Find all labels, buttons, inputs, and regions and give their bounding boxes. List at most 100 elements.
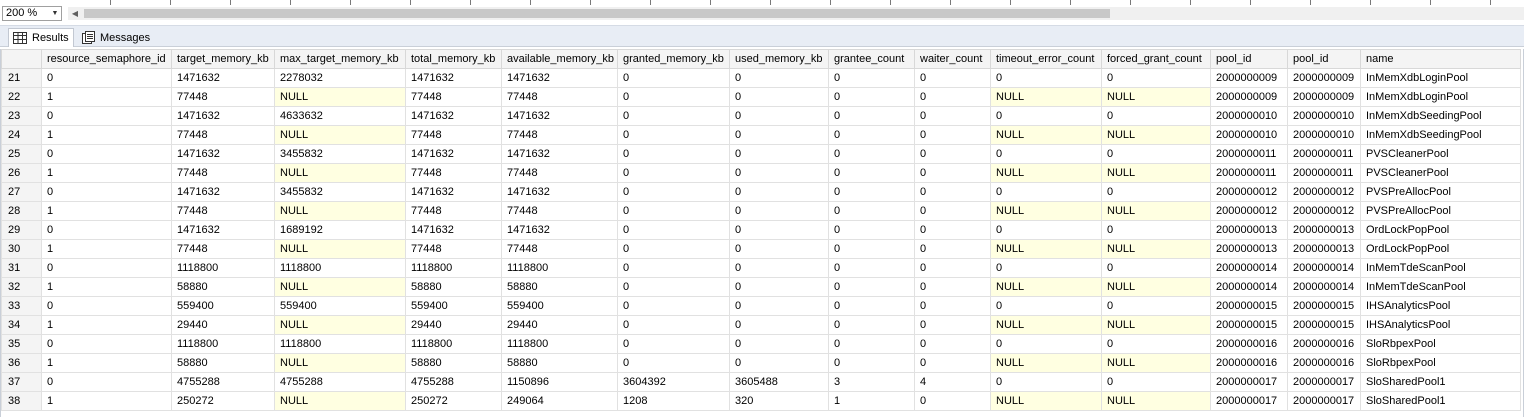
table-cell[interactable]: NULL (274, 125, 406, 145)
table-cell[interactable]: 0 (990, 372, 1102, 392)
table-row[interactable]: 33 0 559400 559400 559400 559400 0 0 0 0 0 0 2000000… (1, 296, 1521, 316)
table-cell[interactable]: 77448 (171, 201, 275, 221)
table-cell[interactable]: 1150896 (501, 372, 618, 392)
table-cell[interactable]: 2000000009 (1287, 87, 1361, 107)
table-cell[interactable]: 0 (729, 315, 829, 335)
table-cell[interactable]: 250272 (171, 391, 275, 411)
table-cell[interactable]: 0 (914, 201, 991, 221)
table-cell[interactable]: 0 (41, 258, 172, 278)
table-cell[interactable]: 2000000014 (1210, 258, 1288, 278)
table-cell[interactable]: 320 (729, 391, 829, 411)
row-number[interactable]: 21 (1, 68, 42, 88)
table-cell[interactable]: 1471632 (405, 68, 502, 88)
table-cell[interactable]: 77448 (501, 87, 618, 107)
table-cell[interactable]: 0 (41, 220, 172, 240)
table-cell[interactable]: 2000000015 (1287, 296, 1361, 316)
table-cell[interactable]: 1471632 (171, 144, 275, 164)
table-cell[interactable]: 2000000009 (1287, 68, 1361, 88)
table-cell[interactable]: 0 (617, 182, 730, 202)
table-cell[interactable]: 0 (729, 144, 829, 164)
table-cell[interactable]: 1471632 (501, 106, 618, 126)
table-cell[interactable]: 0 (1101, 144, 1211, 164)
table-cell[interactable]: NULL (1101, 277, 1211, 297)
table-cell[interactable]: 1118800 (501, 258, 618, 278)
table-cell[interactable]: 0 (914, 353, 991, 373)
table-cell[interactable]: NULL (274, 163, 406, 183)
table-cell[interactable]: 0 (617, 334, 730, 354)
table-cell[interactable]: 0 (990, 334, 1102, 354)
table-row[interactable]: 29 0 1471632 1689192 1471632 1471632 0 0 0 0 0 0 200… (1, 220, 1521, 240)
table-cell[interactable]: 3455832 (274, 144, 406, 164)
chevron-down-icon[interactable]: ▼ (49, 7, 61, 20)
table-cell[interactable]: 29440 (171, 315, 275, 335)
table-cell[interactable]: 1 (828, 391, 915, 411)
table-cell[interactable]: 0 (914, 258, 991, 278)
table-cell[interactable]: 58880 (405, 353, 502, 373)
table-cell[interactable]: 3 (828, 372, 915, 392)
table-cell[interactable]: 2000000014 (1210, 277, 1288, 297)
table-cell[interactable]: 0 (914, 315, 991, 335)
table-cell[interactable]: 2000000013 (1287, 239, 1361, 259)
table-cell[interactable]: 0 (828, 334, 915, 354)
table-cell[interactable]: 1471632 (171, 182, 275, 202)
table-cell[interactable]: 0 (914, 239, 991, 259)
table-cell[interactable]: 0 (729, 220, 829, 240)
table-cell[interactable]: 0 (729, 334, 829, 354)
table-cell[interactable]: 0 (914, 391, 991, 411)
column-header[interactable]: granted_memory_kb (617, 49, 730, 69)
table-cell[interactable]: NULL (990, 163, 1102, 183)
table-cell[interactable]: 0 (828, 277, 915, 297)
table-cell[interactable]: 0 (990, 144, 1102, 164)
table-cell[interactable]: 77448 (501, 239, 618, 259)
table-cell[interactable]: 0 (828, 87, 915, 107)
table-cell[interactable]: 2000000011 (1210, 144, 1288, 164)
table-cell[interactable]: NULL (990, 353, 1102, 373)
table-cell[interactable]: 1 (41, 201, 172, 221)
table-cell[interactable]: 29440 (501, 315, 618, 335)
table-cell[interactable]: 2000000016 (1210, 334, 1288, 354)
table-cell[interactable]: 0 (617, 239, 730, 259)
table-cell[interactable]: NULL (274, 87, 406, 107)
table-cell[interactable]: 4 (914, 372, 991, 392)
table-cell[interactable]: 249064 (501, 391, 618, 411)
table-cell[interactable]: 0 (1101, 68, 1211, 88)
row-number[interactable]: 32 (1, 277, 42, 297)
table-cell[interactable]: 0 (41, 296, 172, 316)
row-number[interactable]: 29 (1, 220, 42, 240)
column-header[interactable]: max_target_memory_kb (274, 49, 406, 69)
table-cell[interactable]: NULL (1101, 353, 1211, 373)
table-cell[interactable]: 0 (1101, 334, 1211, 354)
table-cell[interactable]: 2000000017 (1210, 391, 1288, 411)
table-cell[interactable]: OrdLockPopPool (1360, 239, 1521, 259)
table-cell[interactable]: 1471632 (171, 68, 275, 88)
column-header[interactable]: resource_semaphore_id (41, 49, 172, 69)
table-cell[interactable]: 1 (41, 125, 172, 145)
table-cell[interactable]: 0 (828, 144, 915, 164)
table-row[interactable]: 32 1 58880 NULL 58880 58880 0 0 0 0 NULL NULL 200000… (1, 277, 1521, 297)
table-cell[interactable]: 2000000015 (1210, 296, 1288, 316)
table-cell[interactable]: NULL (990, 391, 1102, 411)
row-number[interactable]: 38 (1, 391, 42, 411)
table-cell[interactable]: InMemXdbSeedingPool (1360, 106, 1521, 126)
table-cell[interactable]: 1471632 (501, 68, 618, 88)
table-cell[interactable]: 559400 (405, 296, 502, 316)
table-cell[interactable]: 0 (914, 334, 991, 354)
scroll-left-icon[interactable]: ◀ (68, 7, 82, 20)
table-cell[interactable]: 1471632 (171, 106, 275, 126)
table-cell[interactable]: NULL (990, 239, 1102, 259)
table-cell[interactable]: NULL (274, 201, 406, 221)
table-cell[interactable]: 0 (828, 353, 915, 373)
table-cell[interactable]: 0 (617, 68, 730, 88)
table-cell[interactable]: 2000000017 (1210, 372, 1288, 392)
table-cell[interactable]: 0 (617, 106, 730, 126)
table-cell[interactable]: 1118800 (171, 258, 275, 278)
results-grid[interactable]: resource_semaphore_id target_memory_kb m… (0, 49, 1524, 417)
table-cell[interactable]: 77448 (171, 163, 275, 183)
table-cell[interactable]: NULL (274, 391, 406, 411)
table-cell[interactable]: 0 (617, 277, 730, 297)
table-cell[interactable]: 0 (41, 372, 172, 392)
table-cell[interactable]: IHSAnalyticsPool (1360, 315, 1521, 335)
table-cell[interactable]: 0 (990, 106, 1102, 126)
row-number[interactable]: 34 (1, 315, 42, 335)
table-cell[interactable]: 0 (617, 125, 730, 145)
